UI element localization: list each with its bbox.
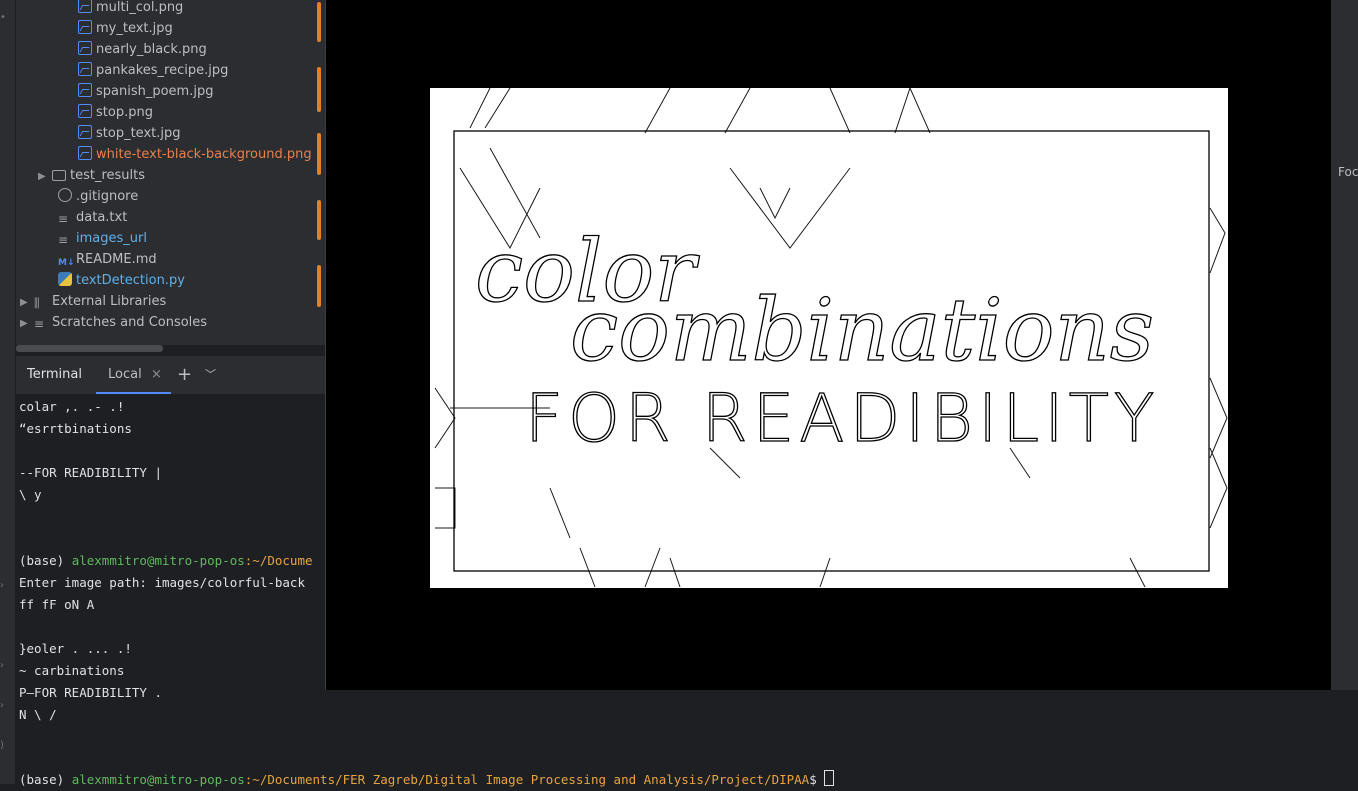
text-file-icon: ≡ [58,212,69,226]
tree-item[interactable]: pankakes_recipe.jpg [78,60,228,81]
tree-item[interactable]: my_text.jpg [78,18,173,39]
tree-item[interactable]: stop_text.jpg [78,123,180,144]
chevron-down-icon[interactable]: ﹀ [205,356,216,394]
chevron-right-icon[interactable]: ▶ [20,292,34,313]
strip-icon[interactable]: • [0,12,6,23]
tree-item[interactable]: multi_col.png [78,0,183,18]
image-file-icon [78,104,92,118]
tree-item-label: my_text.jpg [96,21,173,36]
image-file-icon [78,62,92,76]
tree-item[interactable]: ≡ images_url [58,228,147,249]
horizontal-scrollbar[interactable] [16,345,163,352]
terminal-tab-bar: Terminal Local × + ﹀ [16,356,326,394]
tree-item-label: .gitignore [76,189,139,204]
terminal-line: ff fF oN A [19,597,95,612]
terminal-line: }eoler . ... .! [19,641,132,656]
prompt-user: alexmmitro@mitro-pop-os [71,553,245,568]
library-icon: ⫼ [34,296,40,310]
image-text-combinations: combinations [570,281,1154,381]
tree-item[interactable]: spanish_poem.jpg [78,81,213,102]
tree-item[interactable]: white-text-black-background.png [78,144,312,165]
tree-item-label: white-text-black-background.png [96,147,312,162]
image-file-icon [78,20,92,34]
tree-item-label: External Libraries [52,294,167,309]
terminal-line: --FOR READIBILITY | [19,465,162,480]
tree-item-label: nearly_black.png [96,42,207,57]
terminal-line: “esrrtbinations [19,421,132,436]
add-terminal-icon[interactable]: + [177,356,192,394]
right-panel-label[interactable]: Foc [1338,165,1358,179]
tree-item-label: README.md [76,252,157,267]
change-marker[interactable] [317,133,321,175]
tree-item-label: textDetection.py [76,273,185,288]
change-marker[interactable] [317,2,321,42]
prompt-env: (base) [19,772,72,787]
terminal-line: \ y [19,487,42,502]
ignore-file-icon [58,188,72,202]
prompt-path: :~/Documents/FER Zagreb/Digital Image Pr… [244,772,810,787]
change-marker[interactable] [317,200,321,240]
python-file-icon [58,272,72,286]
prompt-user: alexmmitro@mitro-pop-os [71,772,245,787]
right-tool-panel: Foc [1331,0,1358,690]
markdown-file-icon: M↓ [58,258,75,268]
terminal-line: ~ carbinations [19,663,125,678]
image-file-icon [78,125,92,139]
prompt-end: $ [809,772,825,787]
prompt-env: (base) [19,553,72,568]
terminal-line: colar ,. .- .! [19,399,125,414]
tree-node[interactable]: ▶ ≡ Scratches and Consoles [20,312,207,333]
edge-image-svg: color combinations FOR READIBILITY [434,87,1228,588]
tree-item-label: images_url [76,231,147,246]
tree-folder[interactable]: ▶ test_results [38,165,145,186]
tree-item-label: spanish_poem.jpg [96,84,214,99]
strip-icon[interactable]: › [0,660,4,671]
tree-item-label: multi_col.png [96,0,184,15]
tree-item-label: test_results [70,168,146,183]
tree-item-label: stop_text.jpg [96,126,181,141]
tree-item[interactable]: M↓ README.md [58,249,157,270]
tree-item-label: stop.png [96,105,153,120]
image-text-readibility: FOR READIBILITY [525,380,1159,457]
terminal-line: Enter image path: images/colorful-back [19,575,305,590]
change-marker[interactable] [317,265,321,307]
terminal-prompt: (base) alexmmitro@mitro-pop-os:~/Docume [19,550,313,572]
image-file-icon [78,83,92,97]
tab-local[interactable]: Local × [96,356,171,394]
scratches-icon: ≡ [34,317,45,331]
left-tool-strip: • › › › ) [0,0,16,784]
changes-gutter [313,0,325,345]
tab-local-label: Local [108,367,142,382]
close-icon[interactable]: × [151,356,162,394]
tree-item[interactable]: textDetection.py [58,270,185,291]
tree-item[interactable]: ≡ data.txt [58,207,127,228]
terminal-line: P—FOR READIBILITY . [19,685,162,700]
strip-icon[interactable]: › [0,580,4,591]
tree-node[interactable]: ▶ ⫼ External Libraries [20,291,166,312]
image-file-icon [78,0,92,13]
terminal-line: N \ / [19,707,57,722]
folder-icon [52,170,66,181]
strip-icon[interactable]: › [0,700,4,711]
chevron-right-icon[interactable]: ▶ [38,166,52,187]
tree-item-label: data.txt [76,210,128,225]
image-file-icon [78,146,92,160]
tree-item[interactable]: nearly_black.png [78,39,207,60]
terminal-title: Terminal [27,367,82,382]
strip-icon[interactable]: ) [0,740,4,751]
tree-item[interactable]: .gitignore [58,186,138,207]
tree-item-label: pankakes_recipe.jpg [96,63,229,78]
chevron-right-icon[interactable]: ▶ [20,313,34,334]
change-marker[interactable] [317,67,321,112]
terminal-prompt: (base) alexmmitro@mitro-pop-os:~/Documen… [19,769,835,791]
project-tree: multi_col.png my_text.jpg nearly_black.p… [16,0,313,345]
prompt-path: :~/Docume [244,553,313,568]
image-viewer-window[interactable]: color combinations FOR READIBILITY [326,0,1331,690]
image-file-icon [78,41,92,55]
text-file-icon: ≡ [58,233,69,247]
edge-detected-image: color combinations FOR READIBILITY [430,87,1228,588]
tree-item-label: Scratches and Consoles [52,315,208,330]
tree-item[interactable]: stop.png [78,102,153,123]
